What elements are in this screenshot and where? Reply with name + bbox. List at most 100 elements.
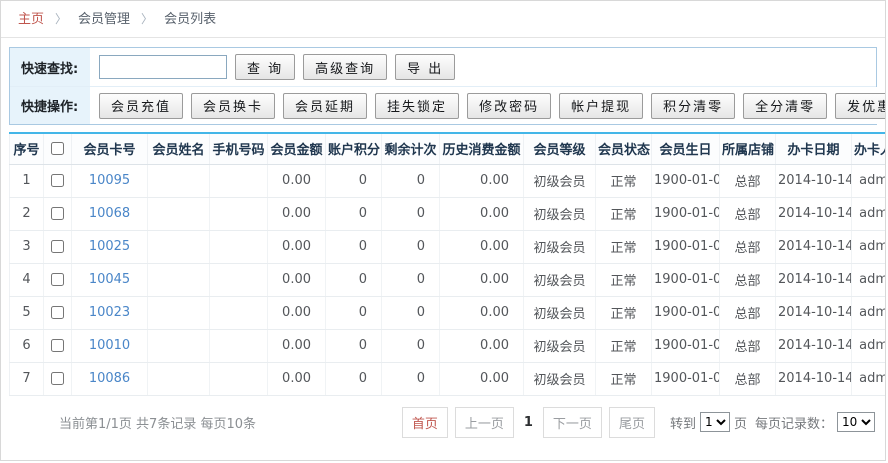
cell-seq: 5 — [10, 296, 44, 329]
cell-amount: 0.00 — [268, 230, 326, 263]
column-header-12: 所属店铺 — [720, 133, 776, 164]
search-button[interactable]: 查 询 — [235, 54, 295, 80]
quick-search-input[interactable] — [99, 55, 227, 79]
cell-history-amount: 0.00 — [440, 164, 524, 197]
cell-seq: 2 — [10, 197, 44, 230]
cell-history-amount: 0.00 — [440, 296, 524, 329]
row-checkbox[interactable] — [51, 240, 64, 253]
select-all-header — [44, 133, 72, 164]
member-list-page: 主页〉会员管理〉会员列表 快速查找: 查 询高级查询导 出 快捷操作: 会员充值… — [0, 0, 886, 461]
row-checkbox[interactable] — [51, 339, 64, 352]
select-all-checkbox[interactable] — [51, 142, 64, 155]
member-card-link[interactable]: 10095 — [89, 173, 130, 188]
cell-times: 0 — [382, 362, 440, 395]
cell-level: 初级会员 — [524, 197, 596, 230]
export-button[interactable]: 导 出 — [395, 54, 455, 80]
lock-button[interactable]: 挂失锁定 — [375, 93, 459, 119]
breadcrumb-separator: 〉 — [141, 12, 153, 26]
cell-birthday: 1900-01-01 — [652, 164, 720, 197]
cell-status: 正常 — [596, 329, 652, 362]
cell-card-number: 10095 — [72, 164, 148, 197]
cell-phone — [210, 263, 268, 296]
column-header-10: 会员状态 — [596, 133, 652, 164]
cell-store: 总部 — [720, 263, 776, 296]
cell-phone — [210, 230, 268, 263]
member-card-link[interactable]: 10023 — [89, 305, 130, 320]
cell-card-date: 2014-10-14 — [776, 230, 852, 263]
member-card-link[interactable]: 10025 — [89, 239, 130, 254]
extend-button[interactable]: 会员延期 — [283, 93, 367, 119]
goto-page-group: 转到 1 页 每页记录数： 10 — [670, 412, 875, 432]
cell-checkbox — [44, 362, 72, 395]
member-card-link[interactable]: 10010 — [89, 338, 130, 353]
cell-status: 正常 — [596, 263, 652, 296]
cell-name — [148, 329, 210, 362]
cell-birthday: 1900-01-01 — [652, 197, 720, 230]
last-page-button[interactable]: 尾页 — [609, 407, 655, 438]
goto-suffix: 页 — [734, 413, 747, 432]
table-row: 4100450.00000.00初级会员正常1900-01-01总部2014-1… — [10, 263, 887, 296]
breadcrumb-item-0[interactable]: 主页 — [18, 12, 44, 27]
member-card-link[interactable]: 10068 — [89, 206, 130, 221]
cell-history-amount: 0.00 — [440, 263, 524, 296]
quick-search-row: 快速查找: 查 询高级查询导 出 — [10, 48, 876, 86]
row-checkbox[interactable] — [51, 306, 64, 319]
breadcrumb-item-1[interactable]: 会员管理 — [78, 12, 130, 27]
cell-store: 总部 — [720, 362, 776, 395]
cell-history-amount: 0.00 — [440, 329, 524, 362]
per-page-label: 每页记录数： — [755, 413, 833, 432]
breadcrumb: 主页〉会员管理〉会员列表 — [1, 1, 885, 38]
cell-points: 0 — [326, 164, 382, 197]
cell-birthday: 1900-01-01 — [652, 230, 720, 263]
first-page-button[interactable]: 首页 — [402, 407, 448, 438]
per-page-select[interactable]: 10 — [837, 412, 875, 432]
member-card-link[interactable]: 10086 — [89, 371, 130, 386]
prev-page-button[interactable]: 上一页 — [455, 407, 514, 438]
cell-card-date: 2014-10-14 — [776, 362, 852, 395]
cell-card-number: 10023 — [72, 296, 148, 329]
recharge-button[interactable]: 会员充值 — [99, 93, 183, 119]
change-password-button[interactable]: 修改密码 — [467, 93, 551, 119]
row-checkbox[interactable] — [51, 372, 64, 385]
cell-amount: 0.00 — [268, 362, 326, 395]
cell-checkbox — [44, 197, 72, 230]
withdraw-button[interactable]: 帐户提现 — [559, 93, 643, 119]
cell-card-date: 2014-10-14 — [776, 197, 852, 230]
advanced-search-button[interactable]: 高级查询 — [303, 54, 387, 80]
table-row: 1100950.00000.00初级会员正常1900-01-01总部2014-1… — [10, 164, 887, 197]
cell-name — [148, 164, 210, 197]
change-card-button[interactable]: 会员换卡 — [191, 93, 275, 119]
member-card-link[interactable]: 10045 — [89, 272, 130, 287]
cell-amount: 0.00 — [268, 329, 326, 362]
row-checkbox[interactable] — [51, 174, 64, 187]
cell-status: 正常 — [596, 362, 652, 395]
clear-all-points-button[interactable]: 全分清零 — [743, 93, 827, 119]
cell-amount: 0.00 — [268, 296, 326, 329]
cell-phone — [210, 197, 268, 230]
cell-name — [148, 296, 210, 329]
cell-card-number: 10010 — [72, 329, 148, 362]
coupon-button[interactable]: 发优惠券 — [835, 93, 886, 119]
cell-checkbox — [44, 296, 72, 329]
cell-seq: 1 — [10, 164, 44, 197]
next-page-button[interactable]: 下一页 — [543, 407, 602, 438]
row-checkbox[interactable] — [51, 273, 64, 286]
clear-points-button[interactable]: 积分清零 — [651, 93, 735, 119]
cell-card-date: 2014-10-14 — [776, 329, 852, 362]
cell-checkbox — [44, 263, 72, 296]
column-header-9: 会员等级 — [524, 133, 596, 164]
cell-amount: 0.00 — [268, 164, 326, 197]
pagination-bar: 当前第1/1页 共7条记录 每页10条 首页 上一页 1 下一页 尾页 转到 1… — [11, 407, 875, 438]
table-row: 5100230.00000.00初级会员正常1900-01-01总部2014-1… — [10, 296, 887, 329]
cell-points: 0 — [326, 197, 382, 230]
goto-page-select[interactable]: 1 — [700, 412, 730, 432]
column-header-7: 剩余计次 — [382, 133, 440, 164]
cell-times: 0 — [382, 164, 440, 197]
cell-card-date: 2014-10-14 — [776, 296, 852, 329]
cell-checkbox — [44, 164, 72, 197]
quick-ops-row: 快捷操作: 会员充值会员换卡会员延期挂失锁定修改密码帐户提现积分清零全分清零发优… — [10, 86, 876, 124]
cell-card-number: 10025 — [72, 230, 148, 263]
cell-times: 0 — [382, 296, 440, 329]
row-checkbox[interactable] — [51, 207, 64, 220]
column-header-6: 账户积分 — [326, 133, 382, 164]
